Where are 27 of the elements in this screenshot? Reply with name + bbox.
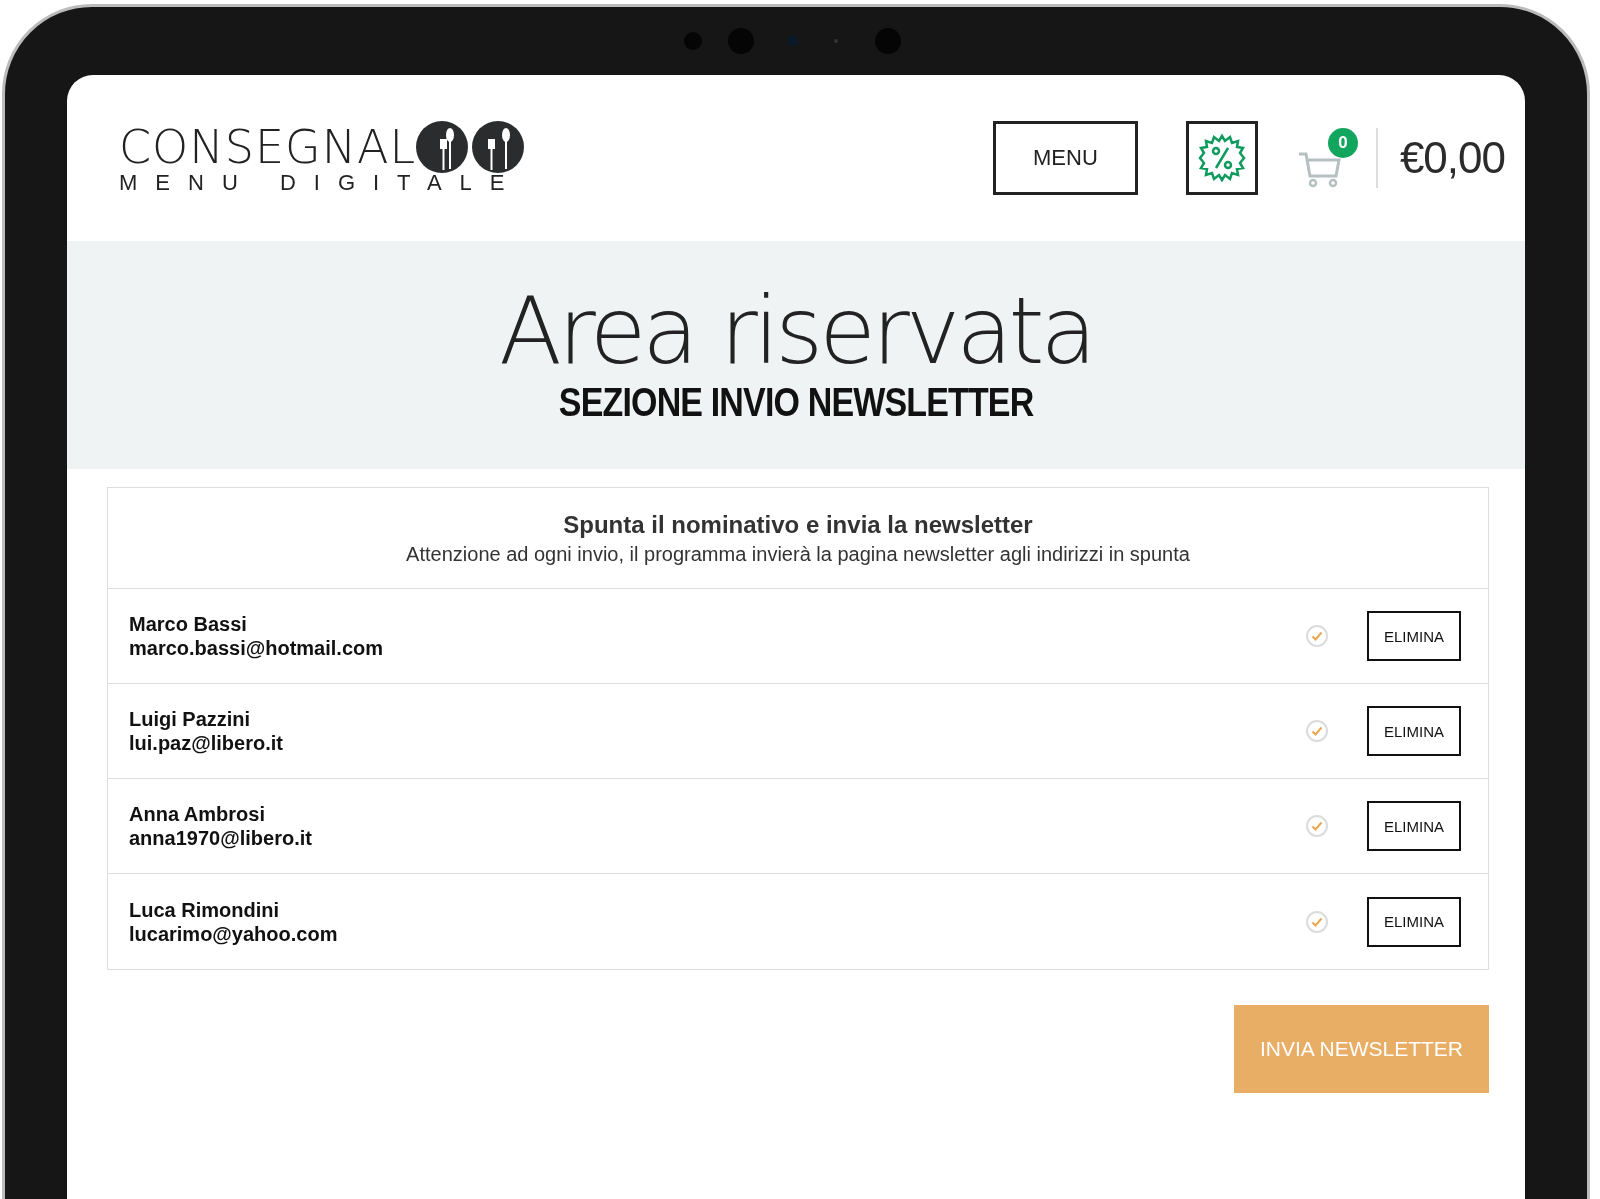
cart-icon[interactable]	[1297, 150, 1342, 188]
checkbox[interactable]	[1305, 909, 1329, 934]
checkbox[interactable]	[1305, 624, 1329, 648]
contact-name: Luca Rimondini	[129, 897, 280, 922]
delete-button[interactable]: ELIMINA	[1367, 611, 1461, 661]
delete-button[interactable]: ELIMINA	[1367, 896, 1461, 947]
contact-email: lui.paz@libero.it	[129, 731, 284, 755]
discount-button[interactable]	[1185, 121, 1258, 195]
contact-name: Anna Ambrosi	[129, 802, 266, 826]
discount-badge-icon	[1196, 133, 1247, 183]
contact-email: anna1970@libero.it	[129, 826, 313, 850]
contact-name: Marco Bassi	[129, 612, 248, 636]
cutlery-logo-icon	[416, 121, 525, 173]
page-subtitle: SEZIONE INVIO NEWSLETTER	[558, 379, 1034, 425]
menu-button[interactable]: MENU	[992, 121, 1138, 195]
contact-email: marco.bassi@hotmail.com	[129, 636, 385, 660]
panel-note: Attenzione ad ogni invio, il programma invierà la pagina newsletter agli indirizzi in spunta	[406, 542, 1190, 566]
delete-button[interactable]: ELIMINA	[1367, 706, 1461, 756]
contact-name: Luigi Pazzini	[129, 707, 252, 731]
checkbox[interactable]	[1305, 814, 1329, 838]
cart-count-badge: 0	[1327, 128, 1358, 158]
contact-email: lucarimo@yahoo.com	[129, 921, 339, 946]
panel-heading: Spunta il nominativo e invia la newsletter	[563, 510, 1033, 539]
delete-button[interactable]: ELIMINA	[1367, 801, 1461, 851]
cart-total: €0,00	[1399, 133, 1505, 183]
page-title: Area riservata	[499, 285, 1093, 378]
checkbox[interactable]	[1305, 719, 1329, 743]
